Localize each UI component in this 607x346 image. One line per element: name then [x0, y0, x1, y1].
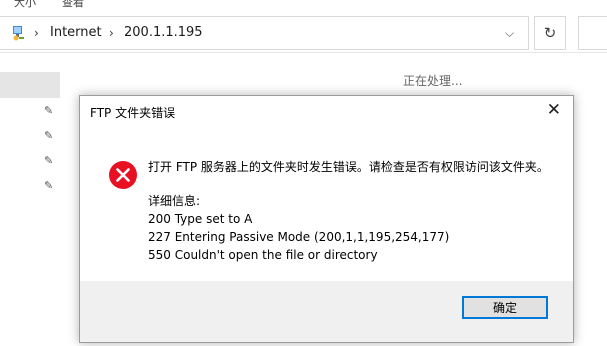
- dialog-footer: 确定: [80, 281, 573, 342]
- details-line: 550 Couldn't open the file or directory: [148, 248, 378, 262]
- error-icon: [109, 161, 137, 189]
- dialog-title: FTP 文件夹错误: [90, 106, 176, 120]
- search-input[interactable]: [578, 16, 607, 50]
- error-details: 详细信息: 200 Type set to A 227 Entering Pas…: [148, 192, 449, 264]
- pin-icon[interactable]: ✎: [44, 129, 53, 142]
- refresh-icon: ↻: [543, 24, 557, 42]
- ftp-error-dialog: FTP 文件夹错误 ✕ 打开 FTP 服务器上的文件夹时发生错误。请检查是否有权…: [79, 95, 574, 343]
- menu-strip: 大小 查看: [0, 0, 607, 12]
- details-line: 200 Type set to A: [148, 212, 253, 226]
- pin-icon[interactable]: ✎: [44, 104, 53, 117]
- breadcrumb-internet[interactable]: Internet: [50, 25, 102, 40]
- menu-item-view[interactable]: 查看: [62, 0, 84, 10]
- breadcrumb-server[interactable]: 200.1.1.195: [124, 25, 203, 40]
- status-text: 正在处理...: [403, 74, 463, 88]
- pin-icon[interactable]: ✎: [44, 179, 53, 192]
- chevron-down-icon[interactable]: ⌵: [505, 26, 514, 41]
- details-line: 227 Entering Passive Mode (200,1,1,195,2…: [148, 230, 450, 244]
- ok-button[interactable]: 确定: [462, 296, 548, 319]
- error-message: 打开 FTP 服务器上的文件夹时发生错误。请检查是否有权限访问该文件夹。: [148, 160, 549, 174]
- sidebar-selected-item[interactable]: [0, 72, 60, 98]
- pin-icon[interactable]: ✎: [44, 154, 53, 167]
- close-icon[interactable]: ✕: [547, 100, 561, 120]
- refresh-button[interactable]: ↻: [534, 16, 566, 50]
- menu-item-size[interactable]: 大小: [14, 0, 36, 10]
- network-location-icon: [13, 26, 24, 41]
- address-box[interactable]: › Internet › 200.1.1.195 ⌵: [0, 16, 529, 50]
- chevron-right-icon[interactable]: ›: [109, 26, 114, 40]
- details-label: 详细信息:: [148, 194, 201, 208]
- address-bar: › Internet › 200.1.1.195 ⌵ ↻: [0, 12, 607, 53]
- dialog-titlebar[interactable]: FTP 文件夹错误 ✕: [80, 96, 573, 126]
- chevron-right-icon[interactable]: ›: [34, 26, 39, 40]
